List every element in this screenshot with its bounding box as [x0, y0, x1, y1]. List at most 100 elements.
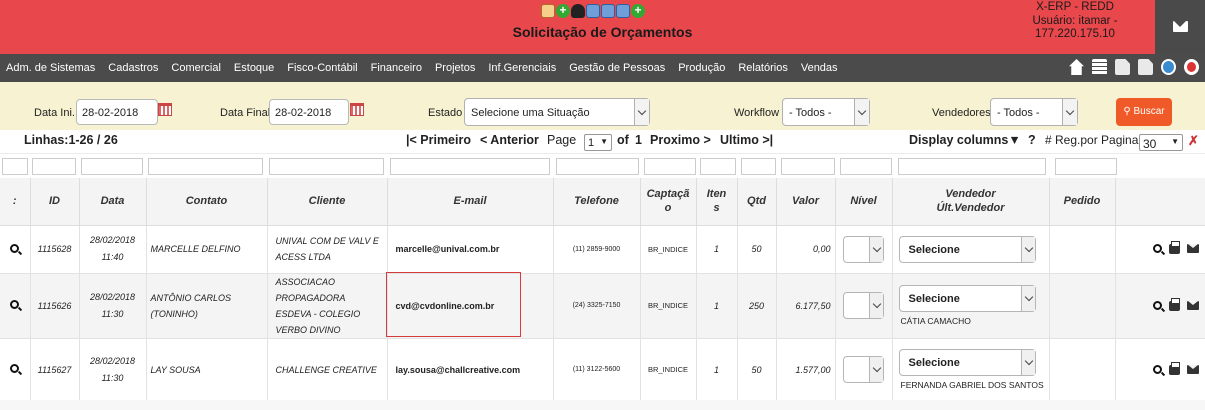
column-filter-input[interactable]	[556, 158, 639, 175]
column-filter-input[interactable]	[840, 158, 892, 175]
search-icon[interactable]	[10, 300, 20, 309]
column-filter-input[interactable]	[390, 158, 550, 175]
column-filter-input[interactable]	[32, 158, 76, 175]
column-filter-input[interactable]	[898, 158, 1046, 175]
menu-item-cadastros[interactable]: Cadastros	[102, 62, 165, 74]
column-filter-input[interactable]	[781, 158, 835, 175]
row-cliente[interactable]: UNIVAL COM DE VALV E ACESS LTDA	[267, 225, 388, 274]
first-page-link[interactable]: |< Primeiro	[406, 133, 471, 147]
row-nivel-cell	[835, 273, 893, 339]
row-cliente[interactable]: CHALLENGE CREATIVE	[267, 338, 388, 402]
document-icon[interactable]	[1138, 59, 1153, 75]
help-icon[interactable]	[1161, 59, 1176, 75]
menu-item-fisco-contabil[interactable]: Fisco-Contábil	[281, 62, 364, 74]
mail-icon[interactable]	[1186, 300, 1199, 310]
row-date-cell: 28/02/2018 11:30	[79, 338, 147, 402]
column-filter-input[interactable]	[741, 158, 776, 175]
row-id[interactable]: 1115626	[30, 273, 80, 339]
menu-item-producao[interactable]: Produção	[672, 62, 732, 74]
mail-icon[interactable]	[1186, 364, 1199, 374]
mail-icon[interactable]	[1186, 244, 1199, 253]
power-icon[interactable]	[1184, 59, 1199, 75]
print-icon[interactable]	[1168, 361, 1180, 375]
user-icon[interactable]	[571, 4, 585, 18]
col-header-email[interactable]: E-mail	[387, 178, 554, 226]
add-icon[interactable]: +	[631, 4, 645, 18]
col-header-valor[interactable]: Valor	[776, 178, 836, 226]
menu-item-estoque[interactable]: Estoque	[227, 62, 280, 74]
data-ini-input[interactable]: 28-02-2018	[76, 99, 158, 125]
row-cliente[interactable]: ASSOCIACAO PROPAGADORA ESDEVA - COLEGIO …	[267, 273, 388, 339]
menu-item-gestao-pessoas[interactable]: Gestão de Pessoas	[563, 62, 672, 74]
col-header-data[interactable]: Data	[79, 178, 147, 226]
vendedores-select[interactable]: - Todos -	[990, 98, 1078, 126]
add-icon[interactable]: +	[556, 4, 570, 18]
card-icon[interactable]	[616, 4, 630, 18]
col-header-vendedor[interactable]: Vendedor Últ.Vendedor	[892, 178, 1050, 226]
search-icon[interactable]	[1152, 364, 1162, 374]
buscar-button[interactable]: ⚲ Buscar	[1116, 98, 1172, 126]
menu-item-inf-gerenciais[interactable]: Inf.Gerenciais	[482, 62, 563, 74]
calendar-icon[interactable]	[158, 103, 172, 116]
messages-button[interactable]	[1155, 0, 1205, 54]
vendedor-select[interactable]: Selecione	[898, 235, 1036, 263]
print-icon[interactable]	[1168, 297, 1180, 311]
calendar-icon[interactable]	[350, 103, 364, 116]
vendedor-select[interactable]: Selecione	[898, 285, 1036, 312]
column-filter-input[interactable]	[1055, 158, 1117, 175]
column-filter-input[interactable]	[148, 158, 263, 175]
workflow-select[interactable]: - Todos -	[782, 98, 870, 126]
col-header-pedido[interactable]: Pedido	[1049, 178, 1116, 226]
vendedor-select[interactable]: Selecione	[898, 349, 1036, 376]
menu-item-relatorios[interactable]: Relatórios	[732, 62, 795, 74]
row-date-cell: 28/02/2018 11:30	[79, 273, 147, 339]
col-header-itens[interactable]: Iten s	[696, 178, 738, 226]
col-header-qtd[interactable]: Qtd	[737, 178, 777, 226]
home-icon[interactable]	[1069, 59, 1084, 75]
col-header-telefone[interactable]: Telefone	[553, 178, 641, 226]
help-link[interactable]: ?	[1028, 133, 1036, 147]
card-icon[interactable]	[586, 4, 600, 18]
row-id[interactable]: 1115627	[30, 338, 80, 402]
clear-filter-icon[interactable]: ✗	[1188, 133, 1199, 149]
col-header-contato[interactable]: Contato	[146, 178, 268, 226]
menu-item-adm-sistemas[interactable]: Adm. de Sistemas	[0, 62, 102, 74]
search-icon[interactable]	[1152, 300, 1162, 310]
print-icon[interactable]	[1168, 241, 1180, 254]
document-icon[interactable]	[541, 4, 555, 18]
column-filter-input[interactable]	[269, 158, 384, 175]
column-filter-input[interactable]	[644, 158, 696, 175]
menu-item-financeiro[interactable]: Financeiro	[364, 62, 428, 74]
menu-item-comercial[interactable]: Comercial	[165, 62, 228, 74]
column-filter-input[interactable]	[700, 158, 736, 175]
row-id[interactable]: 1115628	[30, 225, 80, 274]
col-header-id[interactable]: ID	[30, 178, 80, 226]
col-header-cliente[interactable]: Cliente	[267, 178, 388, 226]
row-vendedor-cell: Selecione CÁTIA CAMACHO	[892, 273, 1050, 339]
row-vendedor-cell: Selecione FERNANDA GABRIEL DOS SANTOS	[892, 338, 1050, 402]
menu-item-vendas[interactable]: Vendas	[794, 62, 844, 74]
card-icon[interactable]	[601, 4, 615, 18]
ult-vendedor: CÁTIA CAMACHO	[900, 316, 971, 326]
prev-page-link[interactable]: < Anterior	[480, 133, 539, 147]
search-icon[interactable]	[10, 364, 20, 373]
column-filter-input[interactable]	[2, 158, 28, 175]
grid-icon[interactable]	[1092, 59, 1107, 75]
nivel-select[interactable]	[843, 235, 884, 263]
col-header-captacao[interactable]: Captaçã o	[640, 178, 697, 226]
search-icon[interactable]	[10, 243, 20, 253]
col-header-nivel[interactable]: Nível	[835, 178, 893, 226]
page-icon[interactable]	[1115, 59, 1130, 75]
page-select[interactable]: 1 ▼	[584, 134, 612, 151]
data-final-input[interactable]: 28-02-2018	[269, 99, 349, 125]
nivel-select[interactable]	[843, 292, 884, 319]
display-columns-toggle[interactable]: Display columns▼	[909, 133, 1021, 147]
estado-select[interactable]: Selecione uma Situação	[464, 98, 650, 126]
search-icon[interactable]	[1152, 244, 1162, 253]
nivel-select[interactable]	[843, 356, 884, 383]
reg-per-page-select[interactable]: 30 ▼	[1139, 134, 1183, 151]
column-filter-input[interactable]	[81, 158, 143, 175]
next-page-link[interactable]: Proximo >	[650, 133, 711, 147]
last-page-link[interactable]: Ultimo >|	[720, 133, 773, 147]
menu-item-projetos[interactable]: Projetos	[428, 62, 481, 74]
